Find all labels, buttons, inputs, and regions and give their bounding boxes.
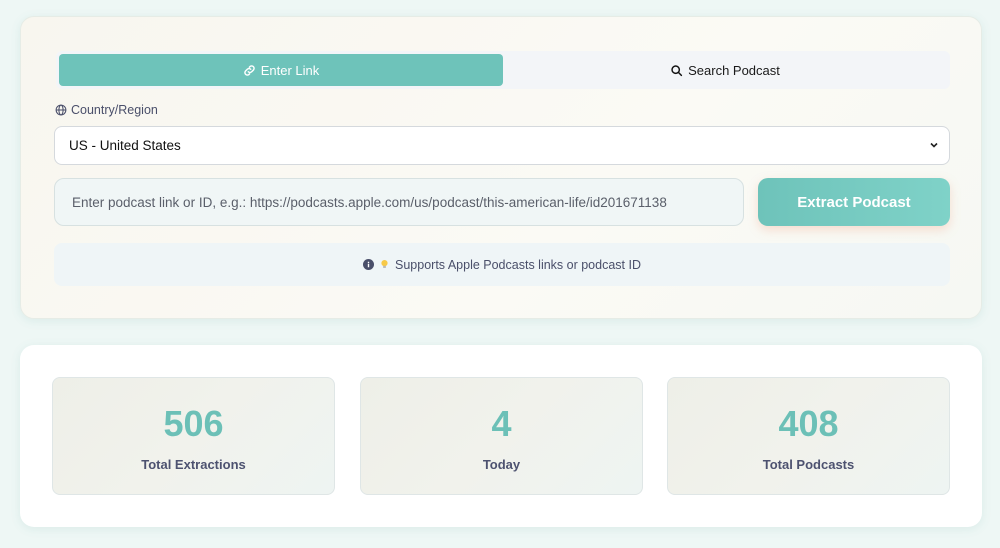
stats-card: 506 Total Extractions 4 Today 408 Total …	[20, 345, 982, 527]
search-icon	[671, 64, 683, 76]
stat-total-podcasts: 408 Total Podcasts	[667, 377, 950, 495]
stat-value: 4	[491, 403, 512, 444]
stat-today: 4 Today	[360, 377, 643, 495]
link-icon	[243, 64, 255, 76]
chevron-down-icon	[930, 142, 938, 148]
country-label-row: Country/Region	[55, 103, 158, 117]
tab-search-podcast-label: Search Podcast	[688, 62, 780, 78]
mode-tabs: Enter Link Search Podcast	[56, 51, 950, 89]
support-hint: Supports Apple Podcasts links or podcast…	[54, 243, 950, 286]
stat-label: Total Extractions	[141, 457, 246, 472]
country-select-value: US - United States	[69, 138, 181, 153]
stat-value: 408	[778, 403, 839, 444]
podcast-link-input[interactable]: Enter podcast link or ID, e.g.: https://…	[54, 178, 744, 226]
tab-enter-link[interactable]: Enter Link	[59, 54, 503, 86]
info-icon	[363, 259, 375, 270]
country-select[interactable]: US - United States	[54, 126, 950, 165]
support-hint-text: Supports Apple Podcasts links or podcast…	[395, 257, 641, 272]
stat-total-extractions: 506 Total Extractions	[52, 377, 335, 495]
globe-icon	[55, 104, 67, 116]
tab-enter-link-label: Enter Link	[260, 62, 320, 78]
tab-search-podcast[interactable]: Search Podcast	[503, 54, 947, 86]
extract-podcast-button[interactable]: Extract Podcast	[758, 178, 950, 226]
stat-value: 506	[163, 403, 224, 444]
podcast-link-placeholder: Enter podcast link or ID, e.g.: https://…	[72, 194, 667, 210]
lightbulb-icon	[381, 260, 388, 268]
country-label: Country/Region	[71, 103, 158, 117]
podcast-extract-card: Enter Link Search Podcast Country/Region…	[20, 16, 982, 319]
stat-label: Total Podcasts	[762, 457, 855, 472]
stat-label: Today	[482, 457, 521, 472]
